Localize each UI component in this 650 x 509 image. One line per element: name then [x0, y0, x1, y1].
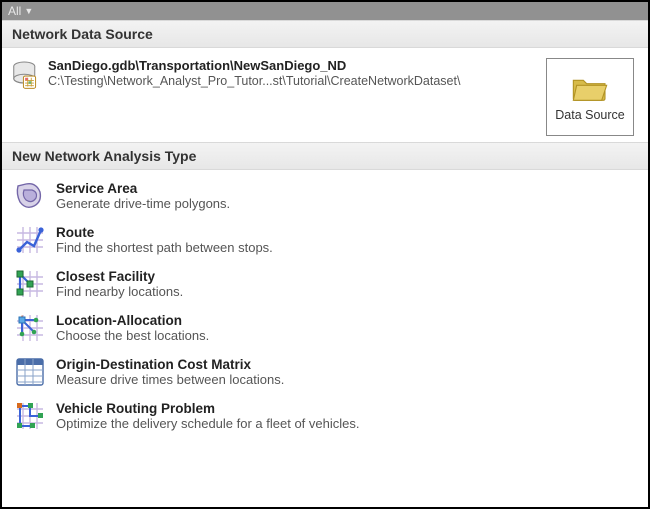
datasource-row: SanDiego.gdb\Transportation\NewSanDiego_… [2, 48, 648, 142]
analysis-item-route[interactable]: Route Find the shortest path between sto… [2, 218, 648, 262]
vehicle-routing-icon [14, 400, 46, 432]
od-cost-matrix-icon [14, 356, 46, 388]
route-icon [14, 224, 46, 256]
chevron-down-icon: ▼ [24, 6, 33, 16]
data-source-button-label: Data Source [555, 108, 624, 122]
filter-dropdown[interactable]: All ▼ [2, 2, 648, 20]
analysis-desc: Find nearby locations. [56, 284, 636, 299]
analysis-title: Location-Allocation [56, 313, 636, 328]
analysis-desc: Find the shortest path between stops. [56, 240, 636, 255]
analysis-item-location-allocation[interactable]: Location-Allocation Choose the best loca… [2, 306, 648, 350]
analysis-desc: Choose the best locations. [56, 328, 636, 343]
section-header-analysis: New Network Analysis Type [2, 142, 648, 170]
analysis-title: Route [56, 225, 636, 240]
geodatabase-icon [12, 60, 40, 92]
analysis-title: Service Area [56, 181, 636, 196]
datasource-path: C:\Testing\Network_Analyst_Pro_Tutor...s… [48, 74, 538, 88]
analysis-desc: Optimize the delivery schedule for a fle… [56, 416, 636, 431]
analysis-item-closest-facility[interactable]: Closest Facility Find nearby locations. [2, 262, 648, 306]
service-area-icon [14, 180, 46, 212]
analysis-item-od-matrix[interactable]: Origin-Destination Cost Matrix Measure d… [2, 350, 648, 394]
section-header-datasource: Network Data Source [2, 20, 648, 48]
folder-open-icon [570, 72, 610, 102]
analysis-desc: Measure drive times between locations. [56, 372, 636, 387]
location-allocation-icon [14, 312, 46, 344]
datasource-text: SanDiego.gdb\Transportation\NewSanDiego_… [48, 58, 538, 88]
filter-label: All [8, 4, 21, 18]
data-source-button[interactable]: Data Source [546, 58, 634, 136]
closest-facility-icon [14, 268, 46, 300]
analysis-item-service-area[interactable]: Service Area Generate drive-time polygon… [2, 174, 648, 218]
analysis-title: Vehicle Routing Problem [56, 401, 636, 416]
analysis-title: Closest Facility [56, 269, 636, 284]
analysis-list: Service Area Generate drive-time polygon… [2, 170, 648, 444]
analysis-item-vrp[interactable]: Vehicle Routing Problem Optimize the del… [2, 394, 648, 438]
analysis-desc: Generate drive-time polygons. [56, 196, 636, 211]
analysis-title: Origin-Destination Cost Matrix [56, 357, 636, 372]
datasource-title: SanDiego.gdb\Transportation\NewSanDiego_… [48, 58, 538, 73]
